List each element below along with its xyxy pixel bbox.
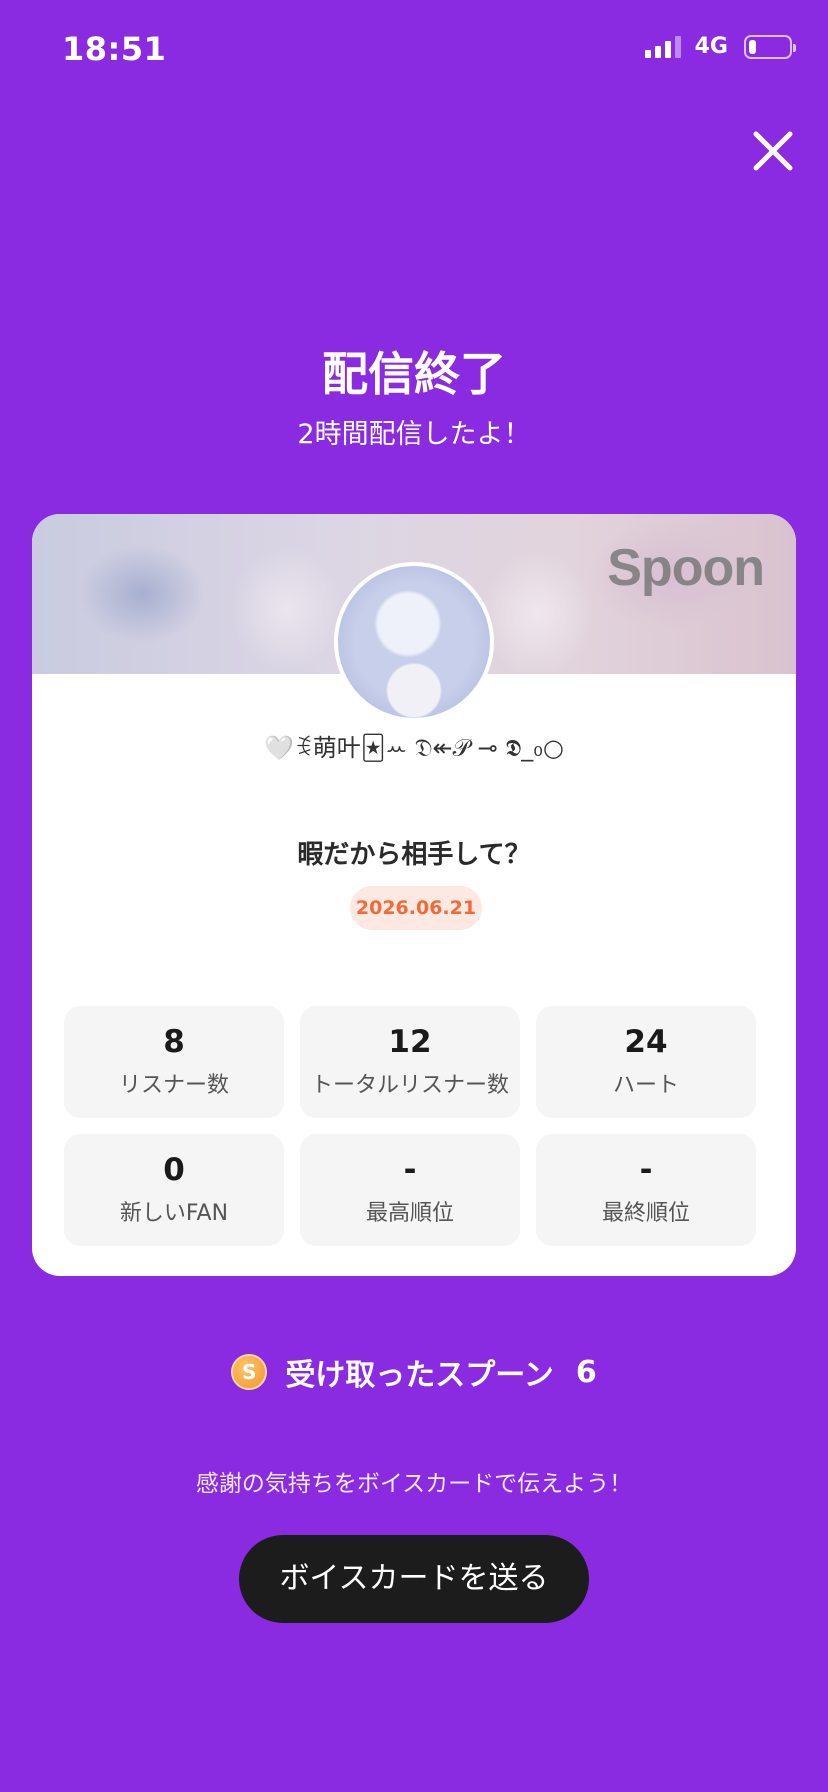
stat-listeners: 8 リスナー数 bbox=[64, 1006, 284, 1118]
spoons-received: S 受け取ったスプーン 6 bbox=[0, 1350, 828, 1394]
page-subtitle: 2時間配信したよ！ bbox=[297, 419, 531, 450]
spoons-label: 受け取ったスプーン bbox=[285, 1358, 554, 1393]
thanks-message: 感謝の気持ちをボイスカードで伝えよう！ bbox=[195, 1471, 633, 1497]
page-title: 配信終了 bbox=[322, 347, 506, 401]
stream-ended-screen: 18:51 4G 配信終了 2時間配信したよ！ Spoon 🤍ꉂ萌叶🃏ꕀ 𝔇↞𝒫… bbox=[0, 0, 828, 1792]
stat-label: 新しいFAN bbox=[119, 1201, 229, 1227]
stat-value: 8 bbox=[163, 1023, 185, 1060]
stat-value: - bbox=[639, 1151, 653, 1188]
spoon-logo: Spoon bbox=[607, 539, 765, 597]
stat-value: 0 bbox=[163, 1151, 185, 1188]
close-icon bbox=[753, 131, 793, 171]
stat-label: ハート bbox=[612, 1073, 679, 1099]
signal-icon bbox=[644, 35, 681, 58]
broadcast-title: 暇だから相手して？ bbox=[297, 840, 531, 870]
stat-new-fans: 0 新しいFAN bbox=[64, 1134, 284, 1246]
battery-level bbox=[749, 39, 756, 54]
stat-value: 24 bbox=[624, 1023, 668, 1060]
stat-label: 最高順位 bbox=[365, 1201, 454, 1227]
dj-nickname: 🤍ꉂ萌叶🃏ꕀ 𝔇↞𝒫 ⊸ 𝕯_₀○ bbox=[264, 734, 564, 762]
date-badge: 2026.06.21 bbox=[350, 886, 482, 930]
spoon-coin-icon: S bbox=[231, 1354, 268, 1390]
stat-value: - bbox=[403, 1151, 417, 1188]
stat-total-listeners: 12 トータルリスナー数 bbox=[300, 1006, 520, 1118]
network-type: 4G bbox=[694, 34, 728, 59]
stat-hearts: 24 ハート bbox=[536, 1006, 756, 1118]
broadcast-summary-card: Spoon 🤍ꉂ萌叶🃏ꕀ 𝔇↞𝒫 ⊸ 𝕯_₀○ 暇だから相手して？ 2026.0… bbox=[32, 514, 796, 1276]
send-voice-card-button[interactable]: ボイスカードを送る bbox=[239, 1535, 589, 1623]
stat-value: 12 bbox=[388, 1023, 432, 1060]
status-time: 18:51 bbox=[62, 30, 167, 68]
close-button[interactable] bbox=[748, 126, 798, 176]
spoons-count: 6 bbox=[575, 1354, 597, 1390]
battery-icon bbox=[744, 34, 796, 59]
avatar[interactable] bbox=[334, 562, 494, 722]
stat-final-rank: - 最終順位 bbox=[536, 1134, 756, 1246]
stat-best-rank: - 最高順位 bbox=[300, 1134, 520, 1246]
status-indicators: 4G bbox=[644, 34, 796, 59]
stat-label: リスナー数 bbox=[118, 1073, 229, 1099]
stats-grid: 8 リスナー数 12 トータルリスナー数 24 ハート 0 新しいFAN - 最… bbox=[64, 1006, 764, 1246]
stat-label: トータルリスナー数 bbox=[310, 1073, 509, 1099]
stat-label: 最終順位 bbox=[601, 1201, 690, 1227]
